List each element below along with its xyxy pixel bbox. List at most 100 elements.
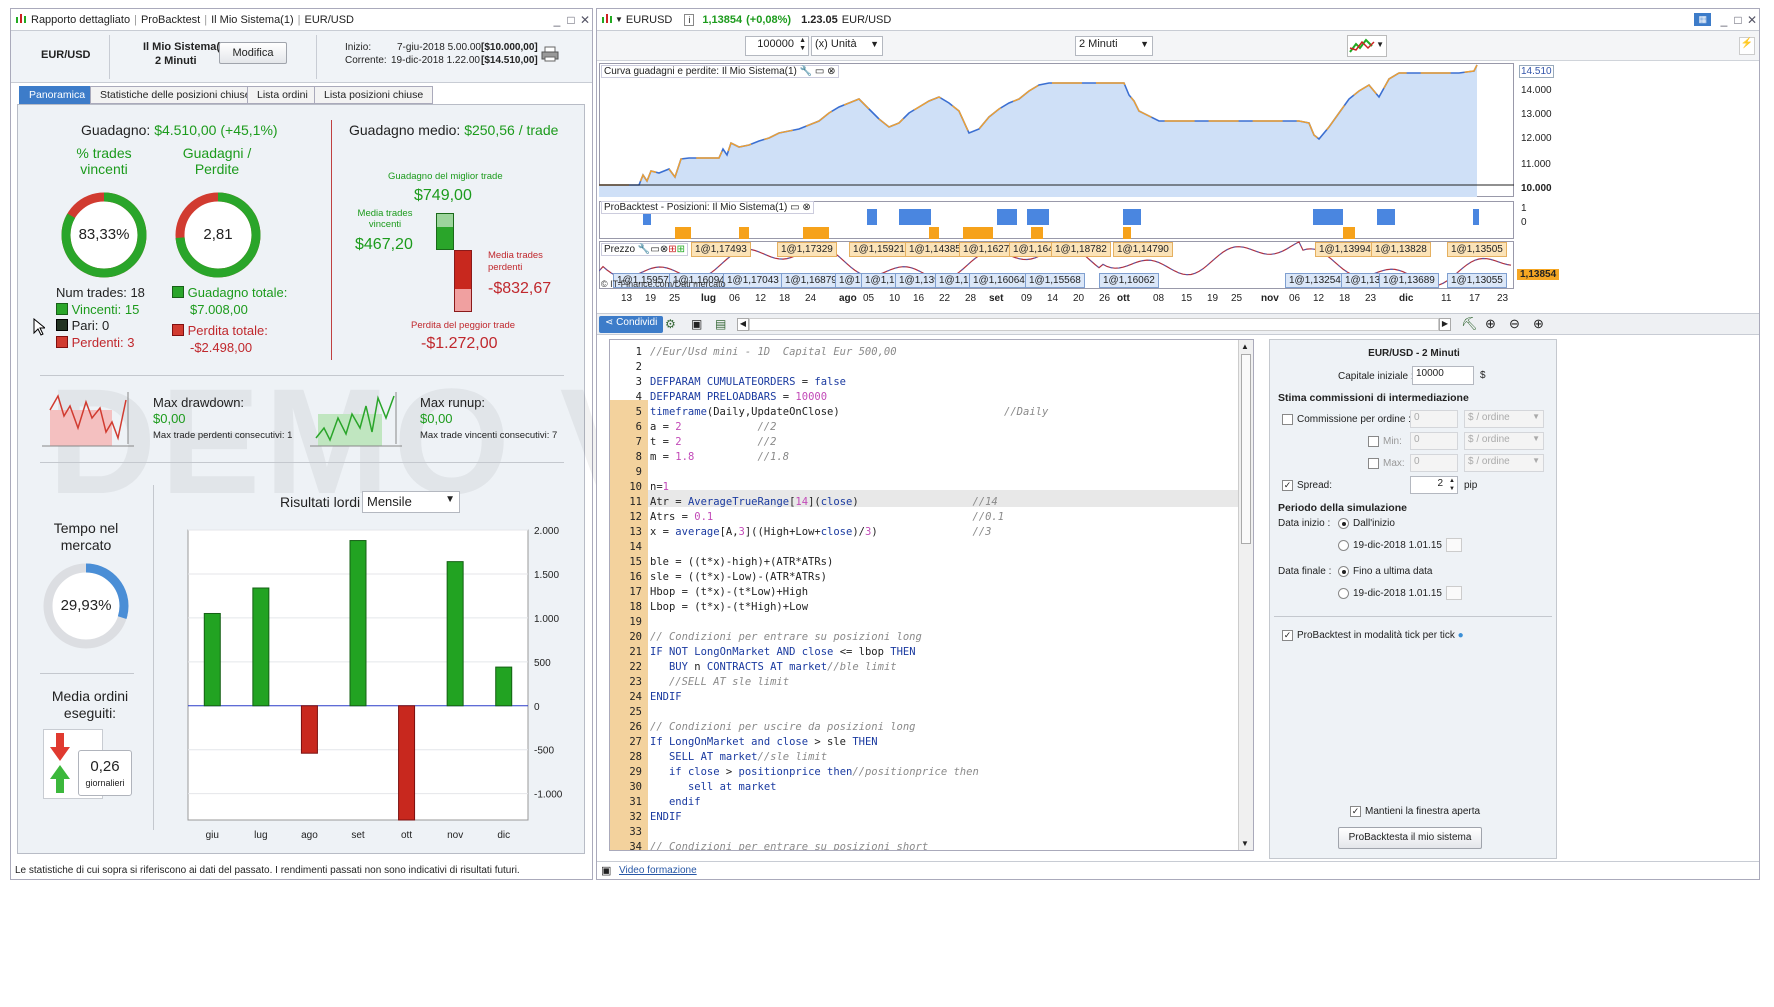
print-icon[interactable] <box>541 46 559 65</box>
tick-mode-checkbox[interactable]: ✓ ProBacktest in modalità tick per tick ● <box>1282 630 1464 641</box>
chart-style-icon[interactable]: ▼ <box>1347 35 1387 57</box>
end-last-date-radio[interactable]: Fino a ultima data <box>1338 566 1433 577</box>
dropdown-arrow-icon[interactable]: ▼ <box>615 15 623 24</box>
commission-checkbox[interactable]: Commissione per ordine : <box>1282 414 1411 425</box>
code-editor[interactable]: 1//Eur/Usd mini - 1D Capital Eur 500,00 2… <box>609 339 1254 851</box>
tab-order-list[interactable]: Lista ordini <box>247 86 318 104</box>
quantity-input[interactable]: 100000 ▲ ▼ <box>745 36 809 56</box>
x-tick-label: 15 <box>1181 293 1193 304</box>
window-icon[interactable]: ▭ <box>815 66 824 77</box>
timeframe-select[interactable]: 2 Minuti ▼ <box>1075 36 1153 56</box>
bar-ago <box>300 705 318 754</box>
tool-icon-3[interactable]: ▤ <box>715 317 726 331</box>
close-icon[interactable]: ✕ <box>1745 13 1759 27</box>
tool-icon-2[interactable]: ▣ <box>691 317 702 331</box>
info-icon[interactable]: i <box>684 13 695 26</box>
maximize-icon[interactable]: □ <box>1731 13 1745 27</box>
zoom-in-icon[interactable]: ⊕ <box>1533 316 1544 332</box>
max-runup-value: $0,00 <box>420 411 453 426</box>
window-icon[interactable]: ▭ <box>790 202 799 213</box>
info-bubble-icon: ● <box>1457 630 1464 642</box>
x-tick-label: ago <box>839 293 857 304</box>
x-tick-label: 25 <box>1231 293 1243 304</box>
maximize-icon[interactable]: □ <box>564 13 578 27</box>
close-circle-icon[interactable]: ⊗ <box>802 202 810 213</box>
tab-closed-stats[interactable]: Statistiche delle posizioni chiuse <box>90 86 261 104</box>
avg-orders-unit: giornalieri <box>85 778 125 788</box>
max-consec-win: Max trade vincenti consecutivi: 7 <box>420 430 558 441</box>
keyboard-icon[interactable]: ▦ <box>1694 13 1711 26</box>
unit-select[interactable]: (x) Unità ▼ <box>811 36 883 56</box>
breadcrumb-item: Rapporto dettagliato <box>31 13 131 26</box>
keep-open-checkbox[interactable]: ✓ Mantieni la finestra aperta <box>1350 806 1480 817</box>
overview-panel: DEMO VERSION Guadagno: $4.510,00 (+45,1%… <box>17 104 1259 854</box>
min-checkbox[interactable]: Min: <box>1368 436 1402 447</box>
worst-trade-value: -$1.272,00 <box>421 335 498 352</box>
min-input[interactable]: 0 <box>1410 432 1458 450</box>
minimize-icon[interactable]: _ <box>1717 13 1731 27</box>
price-last-tag: 1,13854 <box>1517 269 1560 280</box>
tab-closed-positions[interactable]: Lista posizioni chiuse <box>314 86 434 104</box>
run-backtest-button[interactable]: ProBacktesta il mio sistema <box>1338 827 1482 849</box>
modify-button[interactable]: Modifica <box>219 42 287 64</box>
trend-icon[interactable]: ⚡ <box>1739 37 1755 55</box>
video-training-link[interactable]: Video formazione <box>619 865 697 876</box>
avg-loss-label: Media trades perdenti <box>488 250 543 273</box>
close-circle-icon[interactable]: ⊗ <box>827 66 835 77</box>
x-tick-label: 06 <box>729 293 741 304</box>
window-icon[interactable]: ▭ <box>650 244 659 255</box>
disclaimer-text: Le statistiche di cui sopra si riferisco… <box>15 865 520 876</box>
gain-summary: Guadagno: $4.510,00 (+45,1%) <box>81 122 278 138</box>
calendar-icon[interactable] <box>1446 538 1462 552</box>
zoom-fit-icon[interactable]: ⊕ <box>1485 316 1496 332</box>
wrench-icon[interactable]: 🔧 <box>638 244 650 255</box>
initial-capital-input[interactable]: 10000 <box>1412 366 1474 385</box>
max-checkbox[interactable]: Max: <box>1368 458 1405 469</box>
close-circle-icon[interactable]: ⊗ <box>660 244 668 255</box>
max-unit-select[interactable]: $ / ordine ▼ <box>1464 454 1544 472</box>
commission-input[interactable]: 0 <box>1410 410 1458 428</box>
report-titlebar[interactable]: Rapporto dettagliato | ProBacktest | Il … <box>11 9 592 31</box>
start-custom-radio[interactable]: 19-dic-2018 1.01.15 <box>1338 540 1442 551</box>
x-tick-label: ott <box>1117 293 1130 304</box>
win-range-bar <box>436 213 454 250</box>
chevron-down-icon: ▼ <box>445 494 455 505</box>
zoom-out-icon[interactable]: ⊖ <box>1509 316 1520 332</box>
scroll-right-icon[interactable]: ▶ <box>1439 318 1451 331</box>
share-button[interactable]: ⋖ Condividi <box>599 316 664 333</box>
avg-orders-value: 0,26 <box>90 758 120 775</box>
loss-range-bar <box>454 250 472 312</box>
equity-panel: Curva guadagni e perdite: Il Mio Sistema… <box>599 63 1757 203</box>
x-tick-label: 06 <box>1289 293 1301 304</box>
positions-title: ProBacktest - Posizioni: Il Mio Sistema(… <box>601 201 814 214</box>
wrench-icon[interactable]: 🔧 <box>800 66 812 77</box>
add-indicator-icon[interactable]: ⊞ <box>677 244 685 255</box>
x-tick-label: 23 <box>1365 293 1377 304</box>
chart-titlebar[interactable]: ▼ EURUSD i 1,13854 (+0,08%) 1.23.05 EUR/… <box>597 9 1759 31</box>
calendar-icon[interactable] <box>1446 586 1462 600</box>
min-unit-select[interactable]: $ / ordine ▼ <box>1464 432 1544 450</box>
end-custom-radio[interactable]: 19-dic-2018 1.01.15 <box>1338 588 1442 599</box>
x-tick-label: 10 <box>889 293 901 304</box>
long-position-bar <box>1377 209 1395 225</box>
commission-unit-select[interactable]: $ / ordine ▼ <box>1464 410 1544 428</box>
minimize-icon[interactable]: _ <box>550 13 564 27</box>
period-select[interactable]: Mensile ▼ <box>362 491 460 513</box>
spread-checkbox[interactable]: ✓ Spread: <box>1282 480 1332 491</box>
y-tick-label: 500 <box>534 658 551 669</box>
bar-dic <box>495 666 513 707</box>
spread-input[interactable]: 2 ▲ ▼ <box>1410 476 1458 494</box>
scroll-left-icon[interactable]: ◀ <box>737 318 749 331</box>
horizontal-scrollbar[interactable] <box>749 318 1439 331</box>
vertical-scrollbar[interactable]: ▲ ▼ <box>1238 340 1253 850</box>
price-value: 1,13854 <box>702 13 743 26</box>
close-icon[interactable]: ✕ <box>578 13 592 27</box>
tab-overview[interactable]: Panoramica <box>19 86 96 104</box>
drawing-icon[interactable]: ⛏ <box>1461 316 1478 332</box>
add-icon[interactable]: ⊞ <box>668 244 676 255</box>
breadcrumb-item: Il Mio Sistema(1) <box>211 13 294 26</box>
x-tick-label: 25 <box>669 293 681 304</box>
max-input[interactable]: 0 <box>1410 454 1458 472</box>
start-from-beginning-radio[interactable]: Dall'inizio <box>1338 518 1395 529</box>
tool-icon-1[interactable]: ⚙ <box>665 317 676 331</box>
